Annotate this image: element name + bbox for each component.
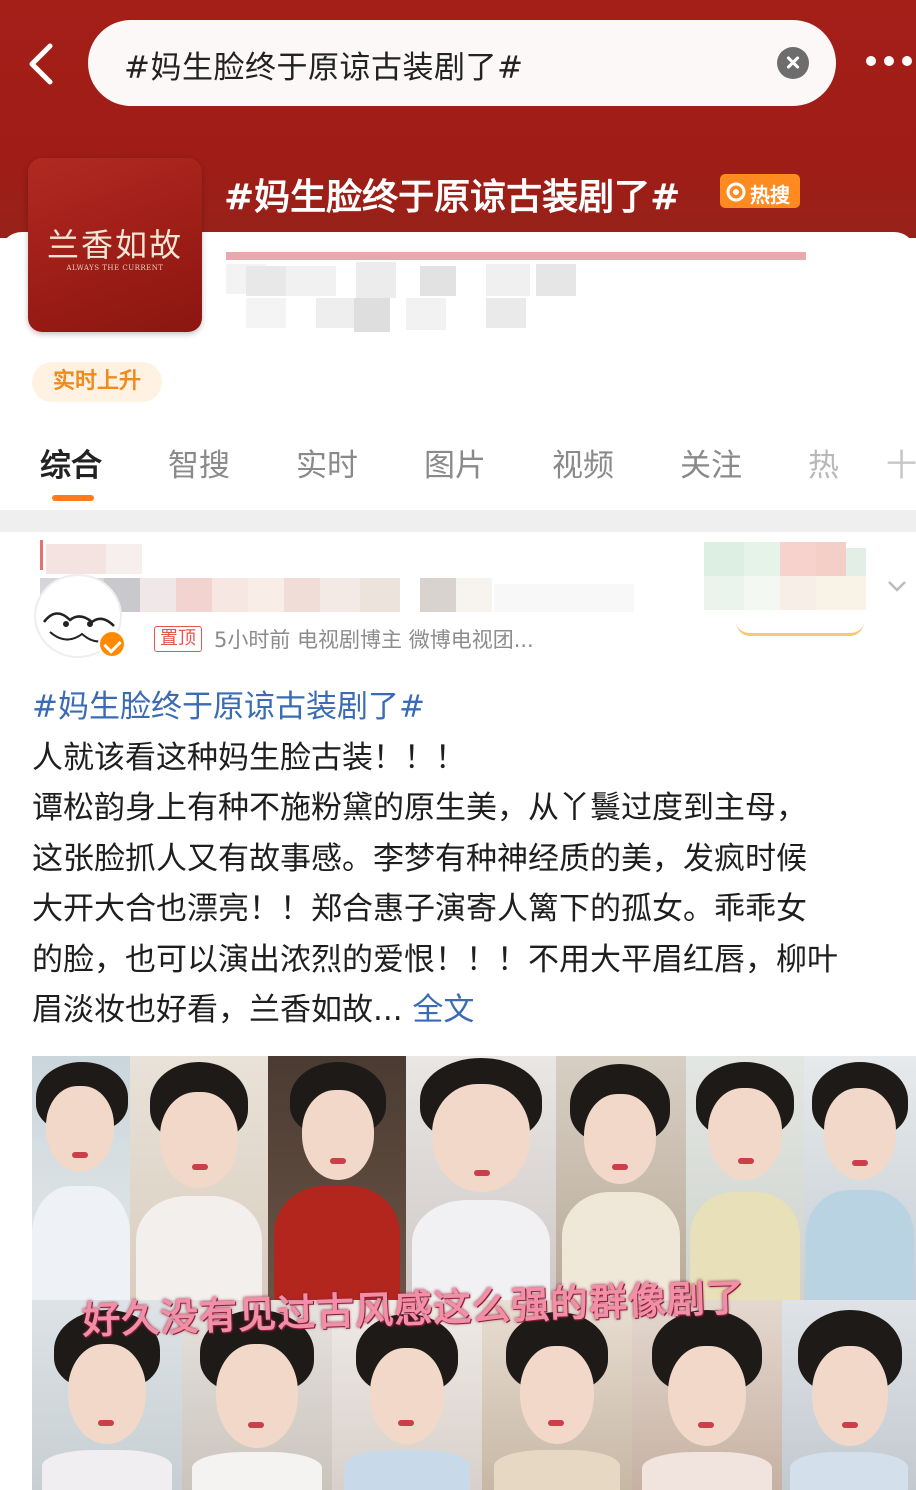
topic-title: #妈生脸终于原谅古装剧了# — [224, 177, 681, 218]
back-arrow-icon[interactable] — [22, 42, 62, 86]
hot-search-badge: 热搜 — [720, 174, 800, 208]
post-hashtag[interactable]: #妈生脸终于原谅古装剧了# — [32, 682, 912, 733]
more-dots-icon[interactable] — [866, 56, 916, 70]
author-name-blurred — [40, 540, 870, 614]
post-line-last-text: 眉淡妆也好看，兰香如故... — [32, 992, 403, 1028]
tab-comprehensive[interactable]: 综合 — [40, 440, 102, 485]
tab-bar: 综合 智搜 实时 图片 视频 关注 热 十 — [0, 440, 916, 506]
tab-smart-search[interactable]: 智搜 — [168, 440, 230, 485]
tab-hot[interactable]: 热 — [808, 440, 839, 485]
tab-following[interactable]: 关注 — [680, 440, 742, 485]
post-line: 的脸，也可以演出浓烈的爱恨！！！不用大平眉红唇，柳叶 — [32, 941, 838, 978]
post-time-source: 5小时前 电视剧博主 微博电视团... — [214, 628, 534, 652]
follow-button-frame[interactable] — [736, 614, 864, 636]
search-query-text: #妈生脸终于原谅古装剧了# — [124, 50, 524, 86]
tab-videos[interactable]: 视频 — [552, 440, 614, 485]
pinned-label: 置顶 — [154, 626, 202, 652]
post-line: 人就该看这种妈生脸古装！！！ — [32, 739, 466, 776]
topic-description-blurred — [226, 252, 806, 336]
post-body: #妈生脸终于原谅古装剧了# 人就该看这种妈生脸古装！！！ 谭松韵身上有种不施粉黛… — [32, 682, 912, 1036]
post-line: 这张脸抓人又有故事感。李梦有种神经质的美，发疯时候 — [32, 840, 807, 877]
fire-icon — [726, 182, 746, 202]
search-input[interactable]: #妈生脸终于原谅古装剧了# — [88, 20, 836, 106]
tab-realtime[interactable]: 实时 — [296, 440, 358, 485]
clear-icon[interactable] — [777, 47, 809, 79]
tab-more[interactable]: 十 — [886, 440, 916, 485]
chevron-down-icon[interactable] — [886, 575, 908, 597]
active-tab-indicator — [52, 495, 94, 501]
verified-badge-icon — [98, 630, 126, 658]
topic-cover-image[interactable]: 兰香如故 ALWAYS THE CURRENT — [28, 158, 202, 332]
post-meta: 置顶 5小时前 电视剧博主 微博电视团... — [154, 624, 534, 654]
tab-pictures[interactable]: 图片 — [424, 440, 486, 485]
post-line: 大开大合也漂亮！！郑合惠子演寄人篱下的孤女。乖乖女 — [32, 891, 807, 927]
post-line: 谭松韵身上有种不施粉黛的原生美，从丫鬟过度到主母， — [32, 790, 807, 826]
hot-badge-label: 热搜 — [750, 183, 790, 207]
full-text-link[interactable]: 全文 — [412, 992, 474, 1028]
realtime-rising-tag[interactable]: 实时上升 — [32, 362, 162, 402]
section-divider — [0, 510, 916, 532]
cover-subtitle: ALWAYS THE CURRENT — [66, 264, 164, 272]
cover-title: 兰香如故 — [46, 226, 183, 264]
post-line-last: 眉淡妆也好看，兰香如故... 全文 — [32, 985, 912, 1036]
post-image[interactable]: 好久没有见过古风感这么强的群像剧了 — [32, 1056, 916, 1490]
